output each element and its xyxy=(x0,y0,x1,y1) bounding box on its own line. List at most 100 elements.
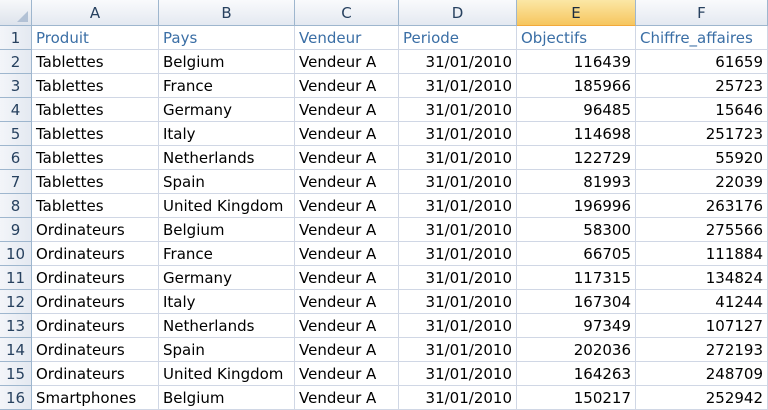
cell-e[interactable]: 66705 xyxy=(517,242,636,266)
cell-c[interactable]: Vendeur A xyxy=(295,338,399,362)
cell-c[interactable]: Vendeur A xyxy=(295,74,399,98)
cell-c[interactable]: Vendeur A xyxy=(295,242,399,266)
cell-d[interactable]: 31/01/2010 xyxy=(399,338,517,362)
cell-d[interactable]: 31/01/2010 xyxy=(399,386,517,410)
cell-f[interactable]: 15646 xyxy=(636,98,768,122)
cell-b[interactable]: Germany xyxy=(159,98,295,122)
cell-b[interactable]: France xyxy=(159,74,295,98)
cell-e[interactable]: 167304 xyxy=(517,290,636,314)
cell-f[interactable]: 61659 xyxy=(636,50,768,74)
cell-b[interactable]: France xyxy=(159,242,295,266)
cell-f[interactable]: 107127 xyxy=(636,314,768,338)
cell-d[interactable]: 31/01/2010 xyxy=(399,170,517,194)
row-header[interactable]: 16 xyxy=(0,386,32,410)
row-header[interactable]: 4 xyxy=(0,98,32,122)
cell-c[interactable]: Vendeur A xyxy=(295,122,399,146)
cell-d[interactable]: 31/01/2010 xyxy=(399,74,517,98)
row-header[interactable]: 9 xyxy=(0,218,32,242)
row-header[interactable]: 7 xyxy=(0,170,32,194)
cell-f[interactable]: 252942 xyxy=(636,386,768,410)
column-header-d[interactable]: D xyxy=(399,0,517,26)
cell-e[interactable]: 97349 xyxy=(517,314,636,338)
cell-f[interactable]: 111884 xyxy=(636,242,768,266)
cell-b[interactable]: United Kingdom xyxy=(159,194,295,218)
row-header[interactable]: 3 xyxy=(0,74,32,98)
cell-d[interactable]: 31/01/2010 xyxy=(399,122,517,146)
row-header[interactable]: 5 xyxy=(0,122,32,146)
cell-c[interactable]: Vendeur A xyxy=(295,50,399,74)
column-header-b[interactable]: B xyxy=(159,0,295,26)
cell-c[interactable]: Vendeur A xyxy=(295,146,399,170)
cell-b[interactable]: Belgium xyxy=(159,218,295,242)
row-header[interactable]: 15 xyxy=(0,362,32,386)
header-cell-f[interactable]: Chiffre_affaires xyxy=(636,26,768,50)
cell-a[interactable]: Tablettes xyxy=(32,50,159,74)
cell-e[interactable]: 185966 xyxy=(517,74,636,98)
cell-e[interactable]: 150217 xyxy=(517,386,636,410)
cell-a[interactable]: Ordinateurs xyxy=(32,266,159,290)
row-header[interactable]: 14 xyxy=(0,338,32,362)
cell-a[interactable]: Ordinateurs xyxy=(32,338,159,362)
cell-d[interactable]: 31/01/2010 xyxy=(399,218,517,242)
cell-a[interactable]: Ordinateurs xyxy=(32,290,159,314)
row-header[interactable]: 8 xyxy=(0,194,32,218)
row-header[interactable]: 12 xyxy=(0,290,32,314)
cell-d[interactable]: 31/01/2010 xyxy=(399,242,517,266)
header-cell-c[interactable]: Vendeur xyxy=(295,26,399,50)
cell-c[interactable]: Vendeur A xyxy=(295,386,399,410)
cell-f[interactable]: 134824 xyxy=(636,266,768,290)
cell-a[interactable]: Tablettes xyxy=(32,146,159,170)
cell-a[interactable]: Tablettes xyxy=(32,170,159,194)
cell-e[interactable]: 116439 xyxy=(517,50,636,74)
row-header[interactable]: 13 xyxy=(0,314,32,338)
cell-c[interactable]: Vendeur A xyxy=(295,266,399,290)
cell-d[interactable]: 31/01/2010 xyxy=(399,98,517,122)
column-header-a[interactable]: A xyxy=(32,0,159,26)
header-cell-d[interactable]: Periode xyxy=(399,26,517,50)
cell-a[interactable]: Ordinateurs xyxy=(32,218,159,242)
header-cell-a[interactable]: Produit xyxy=(32,26,159,50)
cell-e[interactable]: 58300 xyxy=(517,218,636,242)
cell-c[interactable]: Vendeur A xyxy=(295,290,399,314)
cell-d[interactable]: 31/01/2010 xyxy=(399,146,517,170)
cell-e[interactable]: 202036 xyxy=(517,338,636,362)
cell-f[interactable]: 55920 xyxy=(636,146,768,170)
column-header-e[interactable]: E xyxy=(517,0,636,26)
column-header-c[interactable]: C xyxy=(295,0,399,26)
cell-f[interactable]: 272193 xyxy=(636,338,768,362)
select-all-corner[interactable] xyxy=(0,0,32,26)
cell-b[interactable]: Italy xyxy=(159,122,295,146)
row-header[interactable]: 10 xyxy=(0,242,32,266)
cell-c[interactable]: Vendeur A xyxy=(295,170,399,194)
cell-a[interactable]: Ordinateurs xyxy=(32,242,159,266)
cell-d[interactable]: 31/01/2010 xyxy=(399,314,517,338)
row-header[interactable]: 2 xyxy=(0,50,32,74)
cell-f[interactable]: 251723 xyxy=(636,122,768,146)
cell-e[interactable]: 122729 xyxy=(517,146,636,170)
cell-b[interactable]: Germany xyxy=(159,266,295,290)
cell-d[interactable]: 31/01/2010 xyxy=(399,266,517,290)
cell-d[interactable]: 31/01/2010 xyxy=(399,290,517,314)
header-cell-e[interactable]: Objectifs xyxy=(517,26,636,50)
cell-e[interactable]: 96485 xyxy=(517,98,636,122)
cell-d[interactable]: 31/01/2010 xyxy=(399,50,517,74)
cell-d[interactable]: 31/01/2010 xyxy=(399,362,517,386)
cell-a[interactable]: Tablettes xyxy=(32,98,159,122)
cell-a[interactable]: Tablettes xyxy=(32,74,159,98)
cell-f[interactable]: 25723 xyxy=(636,74,768,98)
cell-f[interactable]: 263176 xyxy=(636,194,768,218)
cell-e[interactable]: 81993 xyxy=(517,170,636,194)
cell-e[interactable]: 196996 xyxy=(517,194,636,218)
cell-f[interactable]: 275566 xyxy=(636,218,768,242)
cell-e[interactable]: 114698 xyxy=(517,122,636,146)
column-header-f[interactable]: F xyxy=(636,0,768,26)
cell-b[interactable]: Netherlands xyxy=(159,146,295,170)
row-header[interactable]: 1 xyxy=(0,26,32,50)
cell-a[interactable]: Tablettes xyxy=(32,122,159,146)
cell-c[interactable]: Vendeur A xyxy=(295,362,399,386)
cell-c[interactable]: Vendeur A xyxy=(295,194,399,218)
cell-e[interactable]: 117315 xyxy=(517,266,636,290)
cell-a[interactable]: Ordinateurs xyxy=(32,362,159,386)
cell-b[interactable]: Italy xyxy=(159,290,295,314)
cell-d[interactable]: 31/01/2010 xyxy=(399,194,517,218)
